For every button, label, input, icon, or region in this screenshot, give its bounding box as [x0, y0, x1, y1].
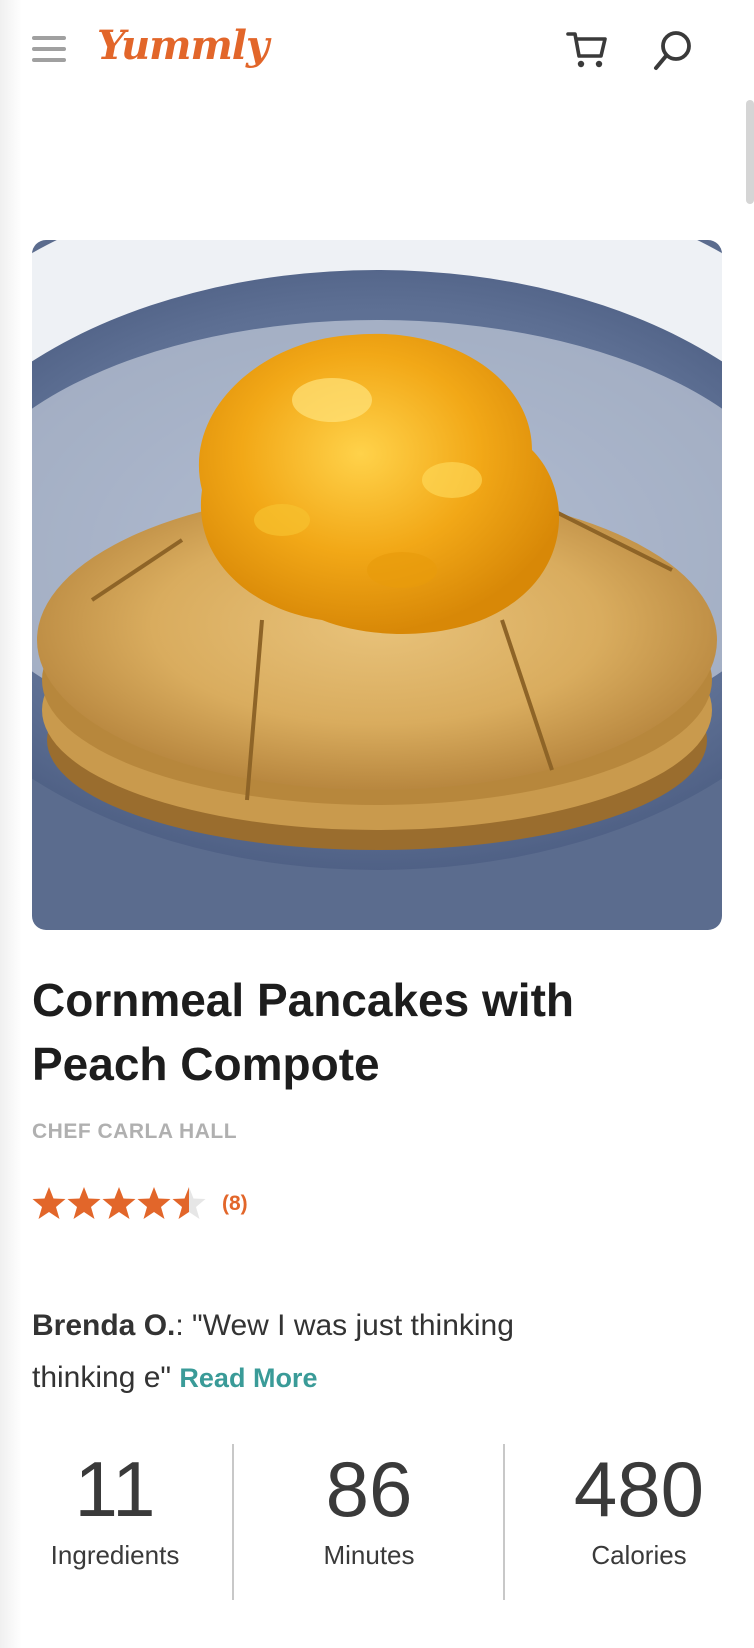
- review-author: Brenda O.: [32, 1309, 176, 1342]
- rating-count[interactable]: (8): [222, 1192, 248, 1216]
- stat-label: Minutes: [323, 1540, 415, 1570]
- left-edge-shadow: [0, 0, 22, 1648]
- stat-value: 86: [325, 1445, 413, 1533]
- menu-icon[interactable]: [32, 36, 66, 62]
- cart-icon[interactable]: [566, 30, 608, 70]
- star-full-icon: [137, 1187, 171, 1219]
- stat-label: Calories: [591, 1540, 687, 1570]
- stat-value: 480: [573, 1445, 705, 1533]
- star-rating[interactable]: (8): [32, 1184, 248, 1224]
- top-header: Yummly: [0, 0, 754, 100]
- stat-ingredients: 11 Ingredients: [0, 1444, 230, 1571]
- stat-divider: [232, 1444, 234, 1600]
- stat-calories: 480 Calories: [524, 1444, 754, 1571]
- recipe-title: Cornmeal Pancakes with Peach Compote: [32, 974, 574, 1090]
- stat-value: 11: [74, 1445, 156, 1533]
- read-more-link[interactable]: Read More: [179, 1363, 317, 1393]
- chef-name[interactable]: CHEF CARLA HALL: [32, 1120, 237, 1144]
- stat-minutes: 86 Minutes: [254, 1444, 484, 1571]
- rating-stars: [32, 1187, 206, 1219]
- search-icon[interactable]: [652, 30, 694, 72]
- star-full-icon: [102, 1187, 136, 1219]
- star-full-icon: [32, 1187, 66, 1219]
- scrollbar[interactable]: [746, 100, 754, 204]
- yummly-logo[interactable]: Yummly: [97, 22, 269, 69]
- review-snippet: Brenda O.: "Wew I was just thinking thin…: [32, 1300, 592, 1404]
- recipe-hero-image[interactable]: [32, 240, 722, 930]
- stat-divider: [503, 1444, 505, 1600]
- recipe-stats: 11 Ingredients 86 Minutes 480 Calories: [0, 1444, 754, 1600]
- stat-label: Ingredients: [50, 1540, 180, 1570]
- star-full-icon: [67, 1187, 101, 1219]
- star-half-icon: [172, 1187, 206, 1219]
